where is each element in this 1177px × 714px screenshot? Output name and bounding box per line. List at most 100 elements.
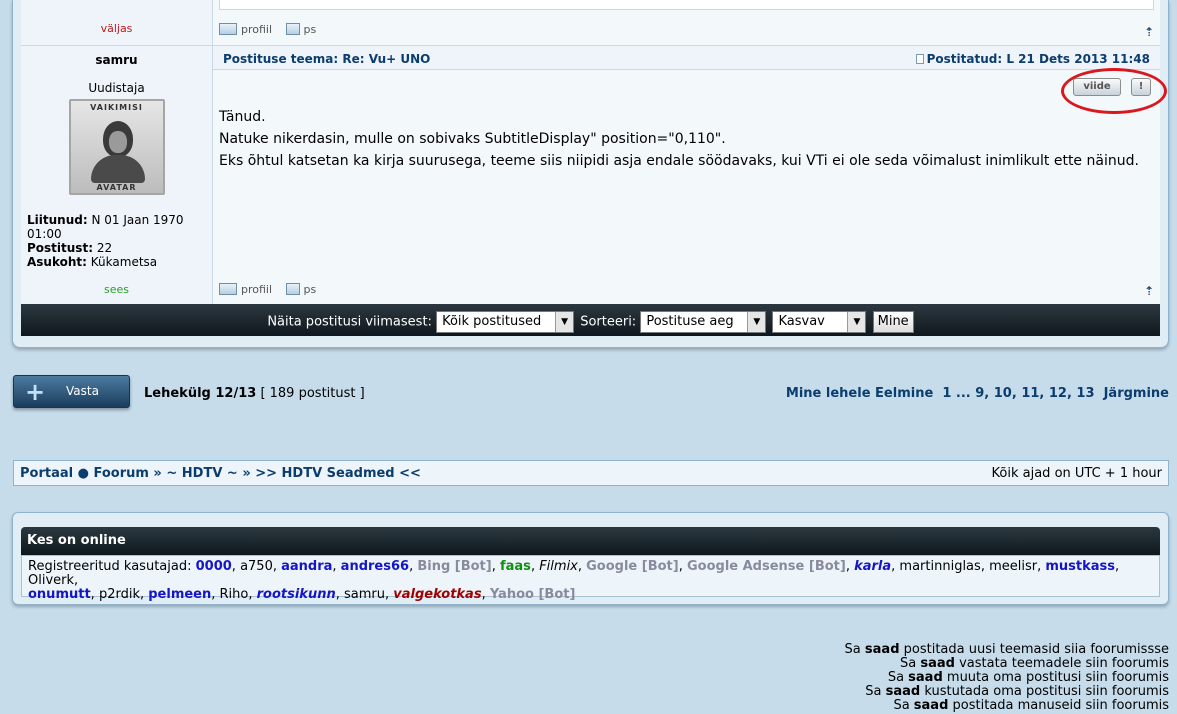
- online-users: Registreeritud kasutajad: 0000, a750, aa…: [21, 555, 1160, 602]
- user-link[interactable]: samru: [344, 587, 385, 602]
- prev-profile-link[interactable]: profiil: [219, 23, 272, 36]
- user-link[interactable]: mustkass: [1045, 559, 1115, 574]
- perm-post: postitada uusi teemasid siia foorumissse: [903, 642, 1169, 657]
- perm-pre: Sa: [900, 656, 917, 671]
- perm-pre: Sa: [893, 698, 910, 713]
- user-link[interactable]: Google Adsense [Bot]: [687, 559, 846, 574]
- post-header: Postituse teema: Re: Vu+ UNO Postitatud:…: [213, 46, 1160, 70]
- subject-text: Re: Vu+ UNO: [342, 52, 431, 66]
- pm-label: ps: [303, 283, 317, 296]
- post-subject[interactable]: Postituse teema: Re: Vu+ UNO: [223, 52, 430, 66]
- location-label: Asukoht:: [27, 255, 87, 269]
- permission-row: Sa saad kustutada oma postitusi siin foo…: [845, 685, 1169, 699]
- pm-label: ps: [303, 23, 317, 36]
- user-link[interactable]: pelmeen: [148, 587, 211, 602]
- sort-bar: Näita postitusi viimasest: Kõik postitus…: [21, 304, 1160, 336]
- previous-post: väljas profiil ps ⇡: [21, 0, 1160, 46]
- back-to-top-icon[interactable]: ⇡: [1144, 25, 1154, 39]
- profile-label: profiil: [241, 23, 273, 36]
- user-link[interactable]: faas: [500, 559, 531, 574]
- chevron-down-icon: ▼: [847, 312, 866, 332]
- author-name[interactable]: samru: [21, 53, 212, 67]
- goto-page-label: Mine lehele: [785, 386, 871, 401]
- post-line-3: Eks õhtul katsetan ka kirja suurusega, t…: [219, 153, 1139, 169]
- user-link[interactable]: Bing [Bot]: [417, 559, 491, 574]
- status-online: sees: [104, 283, 129, 296]
- chevron-down-icon: ▼: [747, 312, 766, 332]
- sort-by-value: Postituse aeg: [646, 314, 734, 329]
- perm-pre: Sa: [887, 670, 905, 685]
- user-link[interactable]: p2rdik: [99, 587, 140, 602]
- user-link[interactable]: andres66: [341, 559, 409, 574]
- breadcrumb[interactable]: Portaal ● Foorum » ~ HDTV ~ » >> HDTV Se…: [20, 466, 421, 481]
- perm-post: postitada manuseid siin foorumis: [952, 698, 1169, 713]
- posts-label: Postitust:: [27, 241, 93, 255]
- user-link[interactable]: Filmix: [539, 559, 578, 574]
- document-icon[interactable]: [915, 54, 924, 64]
- pm-link[interactable]: ps: [285, 283, 317, 296]
- page-info: Lehekülg 12/13 [ 189 postitust ]: [144, 386, 365, 401]
- user-link[interactable]: martinniglas: [899, 559, 980, 574]
- post-line-2: Natuke nikerdasin, mulle on sobivaks Sub…: [219, 131, 726, 147]
- profile-link[interactable]: profiil: [219, 283, 272, 296]
- sort-by-select[interactable]: Postituse aeg ▼: [640, 311, 767, 333]
- post-footer: profiil ps: [219, 283, 326, 296]
- page-links[interactable]: 1 ... 9, 10, 11, 12, 13: [942, 386, 1094, 401]
- user-link[interactable]: Oliverk: [28, 573, 74, 588]
- perm-pre: Sa: [865, 684, 882, 699]
- registered-label: Registreeritud kasutajad:: [28, 559, 192, 574]
- user-link[interactable]: onumutt: [28, 587, 91, 602]
- permission-row: Sa saad postitada manuseid siin foorumis: [845, 699, 1169, 713]
- sort-order-select[interactable]: Kasvav ▼: [772, 311, 867, 333]
- author-rank: Uudistaja: [88, 81, 145, 95]
- avatar-bottom-text: AVATAR: [96, 183, 137, 192]
- pagination: Mine lehele Eelmine 1 ... 9, 10, 11, 12,…: [786, 386, 1169, 401]
- user-link[interactable]: rootsikunn: [257, 587, 336, 602]
- user-link[interactable]: aandra: [281, 559, 332, 574]
- reply-button[interactable]: + Vasta: [13, 375, 130, 408]
- avatar-top-text: VAIKIMISI: [90, 103, 143, 112]
- reply-label: Vasta: [66, 384, 99, 398]
- online-panel: Kes on online Registreeritud kasutajad: …: [12, 512, 1169, 605]
- prev-post-footer: profiil ps: [219, 23, 326, 36]
- posted-value: L 21 Dets 2013 11:48: [1006, 52, 1150, 66]
- author-cell: samru Uudistaja VAIKIMISI AVATAR Liitunu…: [21, 46, 213, 304]
- profile-icon: [219, 283, 237, 295]
- post-body: Tänud. Natuke nikerdasin, mulle on sobiv…: [219, 106, 1139, 172]
- prev-page-link[interactable]: Eelmine: [875, 386, 933, 401]
- user-link[interactable]: Yahoo [Bot]: [490, 587, 576, 602]
- permission-row: Sa saad muuta oma postitusi siin foorumi…: [845, 671, 1169, 685]
- author-details: Liitunud: N 01 Jaan 1970 01:00 Postitust…: [27, 213, 212, 269]
- post-count: [ 189 postitust ]: [260, 386, 365, 401]
- subject-label: Postituse teema:: [223, 52, 339, 66]
- prev-pm-link[interactable]: ps: [285, 23, 317, 36]
- user-link[interactable]: 0000: [196, 559, 232, 574]
- perm-bold: saad: [908, 670, 943, 685]
- profile-icon: [219, 23, 237, 35]
- avatar-body-icon: [90, 155, 145, 183]
- user-link[interactable]: Google [Bot]: [586, 559, 679, 574]
- pm-icon: [285, 283, 300, 295]
- perm-post: kustutada oma postitusi siin foorumis: [924, 684, 1169, 699]
- posted-label: Postitatud:: [926, 52, 1003, 66]
- posts-panel: väljas profiil ps ⇡ samru Uudistaja VAIK…: [12, 0, 1169, 348]
- user-link[interactable]: Riho: [220, 587, 249, 602]
- go-button[interactable]: Mine: [872, 311, 914, 333]
- page-label: Lehekülg 12/13: [144, 386, 257, 401]
- user-link[interactable]: meelisr: [989, 559, 1037, 574]
- back-to-top-icon[interactable]: ⇡: [1144, 284, 1154, 298]
- perm-bold: saad: [920, 656, 955, 671]
- perm-bold: saad: [864, 642, 900, 657]
- show-posts-select[interactable]: Kõik postitused ▼: [436, 311, 575, 333]
- perm-post: muuta oma postitusi siin foorumis: [946, 670, 1169, 685]
- prev-post-body: [219, 0, 1154, 10]
- user-link[interactable]: valgekotkas: [393, 587, 481, 602]
- next-page-link[interactable]: Järgmine: [1104, 386, 1169, 401]
- plus-icon: +: [24, 378, 46, 406]
- user-link[interactable]: karla: [854, 559, 891, 574]
- permissions-list: Sa saad postitada uusi teemasid siia foo…: [845, 643, 1169, 713]
- joined-label: Liitunud:: [27, 213, 88, 227]
- perm-pre: Sa: [844, 642, 861, 657]
- posts-value: 22: [96, 241, 113, 255]
- user-link[interactable]: a750: [240, 559, 273, 574]
